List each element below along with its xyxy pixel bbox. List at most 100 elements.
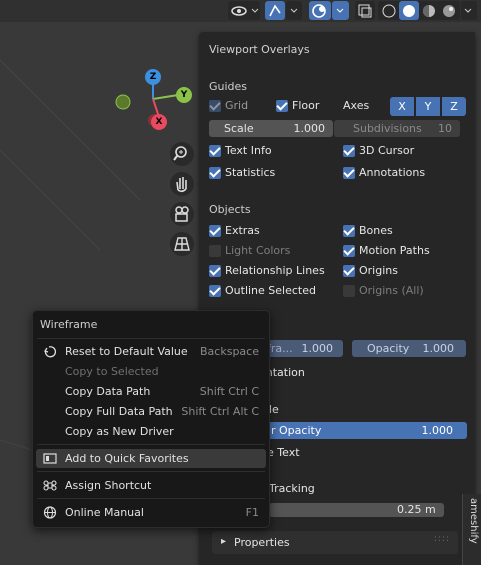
floor-checkbox[interactable] [276,100,288,112]
sidebar-tab[interactable]: ameshify [462,494,481,565]
menu-item-label: Add to Quick Favorites [65,452,189,465]
objects-heading: Objects [209,203,251,216]
scale-field[interactable]: Scale 1.000 [209,120,333,137]
grid-perspective-icon [174,237,190,251]
motion-paths-checkbox[interactable] [343,245,355,257]
text-info-label: Text Info [225,144,272,157]
zoom-tool[interactable] [170,142,194,166]
subdivisions-field[interactable]: Subdivisions 10 [334,120,460,137]
face-opacity-value: 1.000 [421,424,454,437]
menu-item-label: Copy Data Path [65,385,151,398]
outline-selected-label: Outline Selected [225,284,316,297]
viewport-header [0,0,481,22]
x-axis-ball[interactable]: X [151,114,167,130]
light-colors-checkbox[interactable] [209,245,221,257]
menu-item-add-quick-favorites[interactable]: Add to Quick Favorites [36,449,266,468]
grid-label: Grid [225,99,249,112]
scale-label: Scale [224,122,254,135]
perspective-toggle[interactable] [170,232,194,256]
opacity-field-value: 1.000 [422,342,455,355]
menu-item-shortcut: Shift Ctrl Alt C [181,405,259,418]
bones-checkbox[interactable] [343,225,355,237]
z-axis-ball[interactable]: Z [145,69,161,85]
opacity-field[interactable]: Opacity 1.000 [352,340,466,357]
measure-value: 0.25 m [397,503,436,516]
wireframe-field-label: frа... [267,342,293,355]
3d-cursor-checkbox[interactable] [343,145,355,157]
scale-value: 1.000 [293,122,326,135]
partial-text-label: e Text [267,446,300,459]
context-menu-title: Wireframe [40,318,98,331]
camera-icon [175,206,189,222]
menu-item-copy-full-data-path[interactable]: Copy Full Data Path Shift Ctrl Alt C [36,402,266,421]
gizmo-toggle-button[interactable] [265,1,285,20]
statistics-checkbox[interactable] [209,167,221,179]
axes-toggle-group: X Y Z [390,97,466,116]
menu-item-copy-to-selected[interactable]: Copy to Selected [36,362,266,381]
extras-checkbox[interactable] [209,225,221,237]
menu-item-assign-shortcut[interactable]: Assign Shortcut [36,476,266,495]
3d-cursor-label: 3D Cursor [359,144,415,157]
menu-separator [37,338,265,339]
camera-tool[interactable] [170,202,194,226]
menu-item-label: Reset to Default Value [65,345,188,358]
floor-label: Floor [292,99,320,112]
y-axis-ball[interactable]: Y [176,87,192,103]
menu-item-shortcut: Backspace [200,345,259,358]
text-info-checkbox[interactable] [209,145,221,157]
annotations-label: Annotations [359,166,426,179]
sidebar-tab-label: ameshify [468,498,479,544]
guides-heading: Guides [209,80,248,93]
menu-item-copy-as-new-driver[interactable]: Copy as New Driver [36,422,266,441]
axis-z-button[interactable]: Z [442,97,466,116]
origins-all-checkbox[interactable] [343,285,355,297]
wireframe-field-value: 1.000 [301,342,334,355]
extras-label: Extras [225,224,260,237]
statistics-label: Statistics [225,166,276,179]
motion-paths-label: Motion Paths [359,244,430,257]
overlays-toggle-button[interactable] [309,1,331,20]
overlays-dropdown-button[interactable] [332,1,349,20]
tracking-label: Tracking [269,482,315,495]
menu-item-copy-data-path[interactable]: Copy Data Path Shift Ctrl C [36,382,266,401]
axis-x-button[interactable]: X [390,97,414,116]
menu-item-online-manual[interactable]: Online Manual F1 [36,503,266,522]
menu-separator [37,444,265,445]
quick-favorites-icon [43,453,57,464]
menu-item-label: Copy to Selected [65,365,159,378]
origins-all-label: Origins (All) [359,284,424,297]
reset-icon [43,346,57,358]
pan-tool[interactable] [170,172,194,196]
magnifier-icon [173,146,187,161]
object-visibility-button[interactable] [228,1,260,20]
command-key-icon [43,480,57,491]
partial-le-label: le [269,403,279,416]
menu-item-label: Assign Shortcut [65,479,152,492]
menu-item-shortcut: Shift Ctrl C [199,385,259,398]
bones-label: Bones [359,224,393,237]
xray-toggle-button[interactable] [355,1,375,20]
shading-dropdown-button[interactable] [461,1,477,20]
subdivisions-label: Subdivisions [353,122,422,135]
menu-item-shortcut: F1 [245,506,259,519]
annotations-checkbox[interactable] [343,167,355,179]
relationship-lines-checkbox[interactable] [209,265,221,277]
menu-item-label: Copy as New Driver [65,425,174,438]
outline-selected-checkbox[interactable] [209,285,221,297]
subdivisions-value: 10 [438,122,452,135]
relationship-lines-label: Relationship Lines [225,264,325,277]
gizmo-dropdown-button[interactable] [286,1,302,20]
axes-label: Axes [343,99,370,112]
context-menu: Wireframe Reset to Default Value Backspa… [32,310,270,528]
menu-separator [37,498,265,499]
origins-checkbox[interactable] [343,265,355,277]
drag-handle-icon[interactable]: :::: [434,534,450,544]
properties-subpanel-header[interactable]: ▸ Properties :::: [212,531,458,554]
opacity-field-label: Opacity [367,342,410,355]
face-opacity-label: r Opacity [271,424,322,437]
shading-mode-group [378,1,460,20]
axis-y-button[interactable]: Y [416,97,440,116]
menu-item-reset-default[interactable]: Reset to Default Value Backspace [36,342,266,361]
measure-field[interactable]: 0.25 m [269,503,444,517]
grid-checkbox[interactable] [209,100,221,112]
